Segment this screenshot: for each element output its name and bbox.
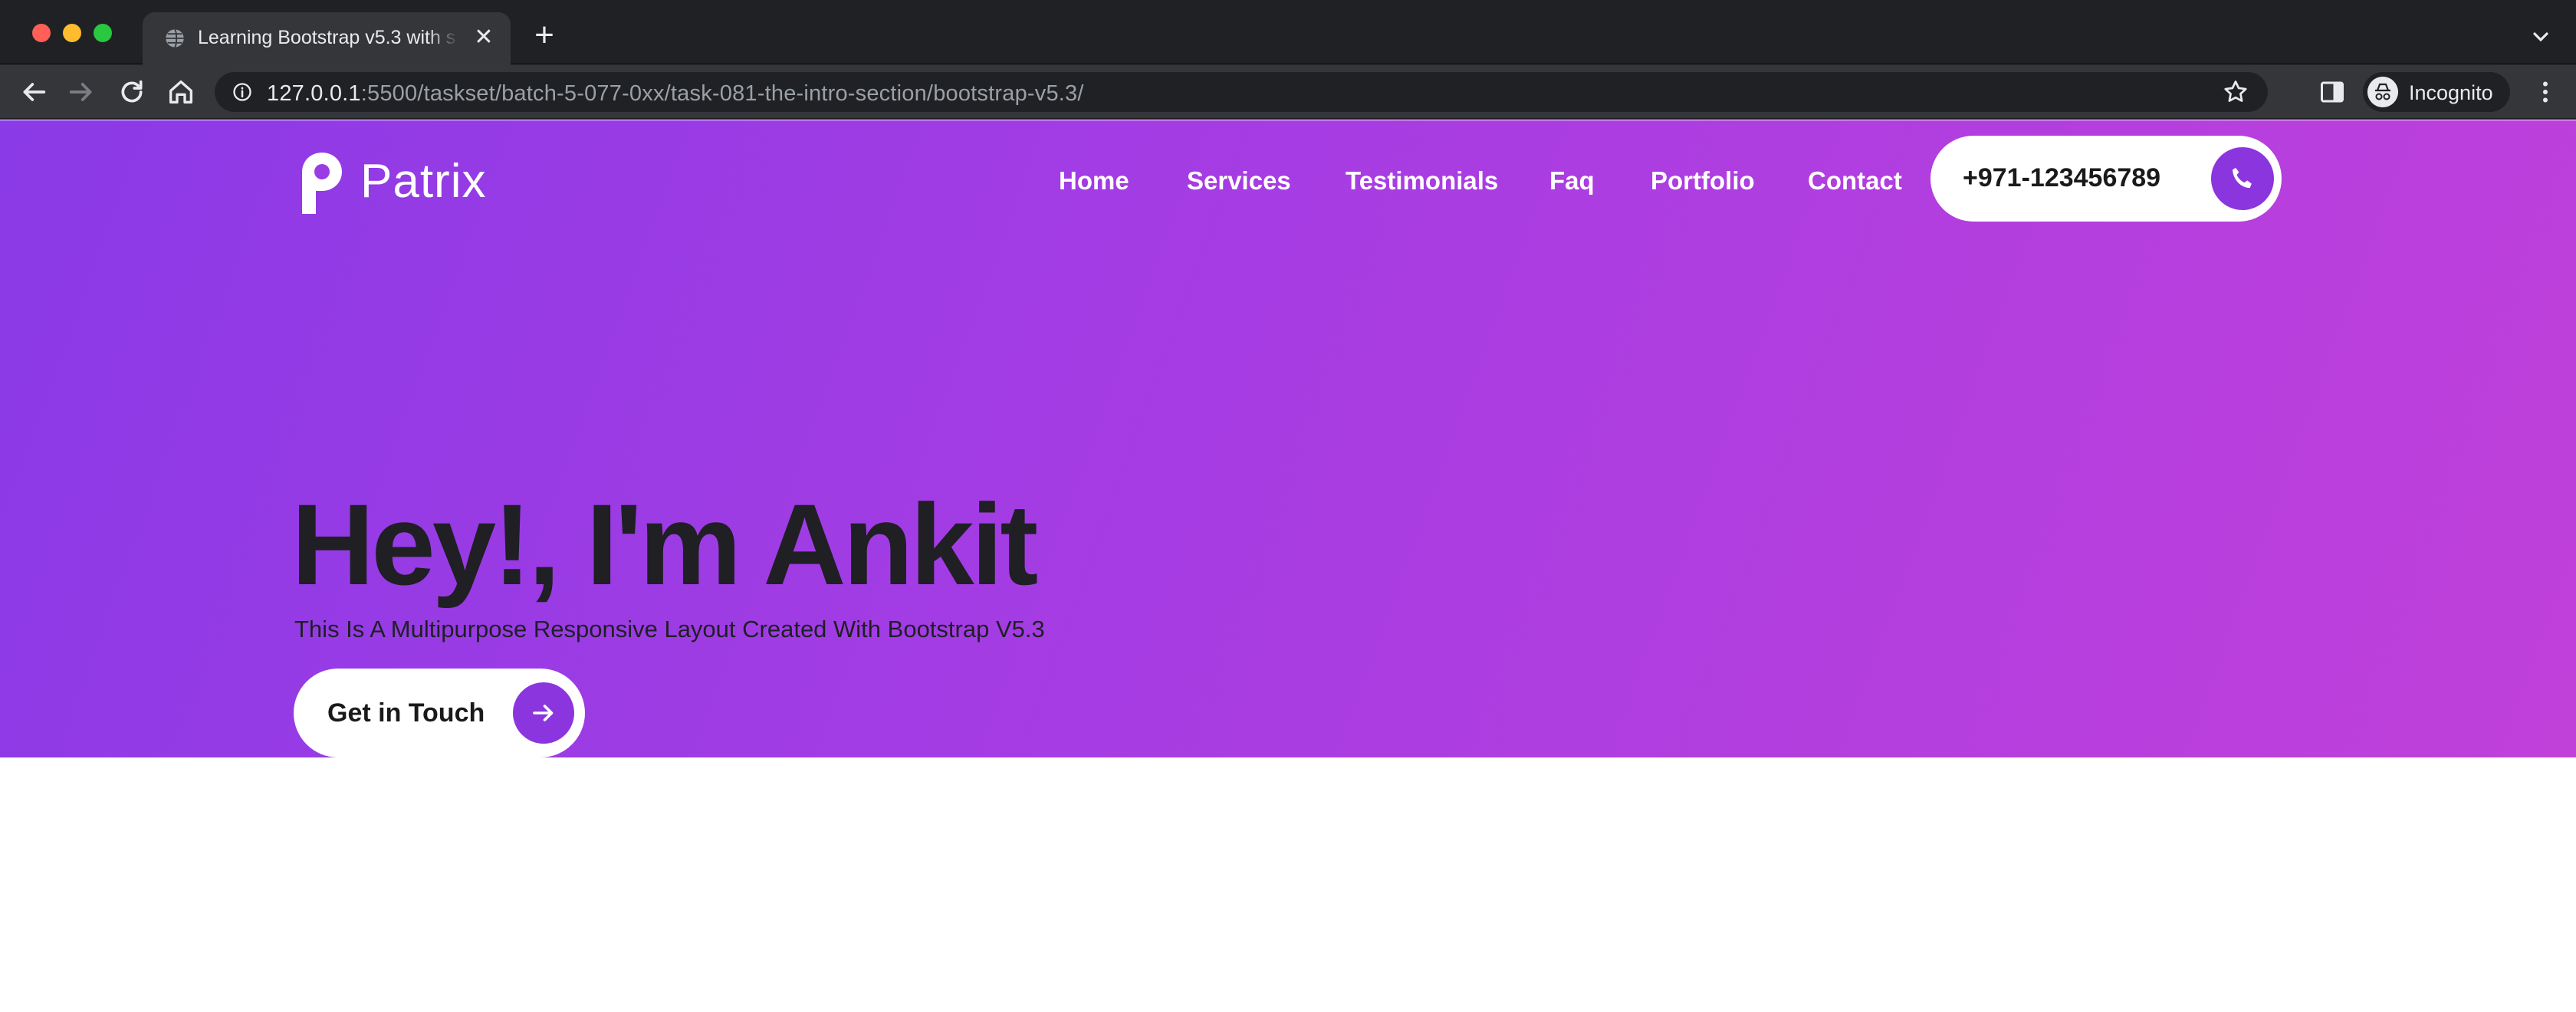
side-panel-icon[interactable] (2318, 78, 2346, 106)
page-viewport: Patrix Home Services Testimonials Faq Po… (0, 120, 2576, 1012)
get-in-touch-button[interactable]: Get in Touch (294, 669, 585, 757)
browser-tab-strip: Learning Bootstrap v5.3 with s ✕ + (0, 0, 2576, 64)
url-text[interactable]: 127.0.0.1:5500/taskset/batch-5-077-0xx/t… (267, 81, 1084, 107)
tab-close-icon[interactable]: ✕ (472, 26, 495, 49)
browser-menu-icon[interactable] (2532, 77, 2559, 107)
nav-home[interactable]: Home (1059, 166, 1129, 196)
nav-contact[interactable]: Contact (1808, 166, 1902, 196)
phone-icon (2233, 167, 2252, 189)
arrow-right-icon (533, 705, 554, 721)
bookmark-star-icon[interactable] (2222, 78, 2249, 106)
url-path: :5500/taskset/batch-5-077-0xx/task-081-t… (360, 81, 1084, 106)
nav-testimonials[interactable]: Testimonials (1346, 166, 1498, 196)
address-bar[interactable]: 127.0.0.1:5500/taskset/batch-5-077-0xx/t… (215, 72, 2268, 112)
tab-title: Learning Bootstrap v5.3 with s (198, 27, 456, 48)
cta-label: Get in Touch (327, 698, 485, 728)
tab-search-chevron-icon[interactable] (2528, 25, 2553, 49)
window-close-button[interactable] (32, 24, 51, 42)
phone-icon-circle (2211, 147, 2274, 210)
new-tab-button[interactable]: + (531, 18, 558, 52)
logo-text: Patrix (360, 155, 487, 208)
phone-number: +971-123456789 (1963, 163, 2161, 192)
profile-incognito-button[interactable]: Incognito (2363, 72, 2510, 112)
home-icon[interactable] (166, 77, 196, 107)
forward-arrow-icon[interactable] (66, 77, 97, 107)
url-host: 127.0.0.1 (267, 81, 361, 106)
phone-button[interactable]: +971-123456789 (1930, 136, 2282, 222)
nav-services[interactable]: Services (1187, 166, 1291, 196)
site-info-icon[interactable] (232, 81, 253, 103)
window-minimize-button[interactable] (63, 24, 81, 42)
logo-p-icon (302, 153, 342, 214)
nav-faq[interactable]: Faq (1549, 166, 1595, 196)
back-arrow-icon[interactable] (18, 77, 49, 107)
globe-icon (166, 28, 184, 48)
hero-title: Hey!, I'm Ankit (291, 480, 1038, 609)
intro-section: Patrix Home Services Testimonials Faq Po… (0, 120, 2576, 757)
hero-subtitle: This Is A Multipurpose Responsive Layout… (294, 616, 1045, 642)
cta-arrow-circle (513, 682, 574, 744)
nav-portfolio[interactable]: Portfolio (1651, 166, 1755, 196)
incognito-icon (2367, 77, 2398, 107)
browser-tab-active[interactable]: Learning Bootstrap v5.3 with s ✕ (143, 12, 511, 64)
profile-label: Incognito (2409, 81, 2493, 104)
reload-icon[interactable] (117, 77, 147, 107)
browser-toolbar: 127.0.0.1:5500/taskset/batch-5-077-0xx/t… (0, 64, 2576, 120)
window-maximize-button[interactable] (94, 24, 112, 42)
